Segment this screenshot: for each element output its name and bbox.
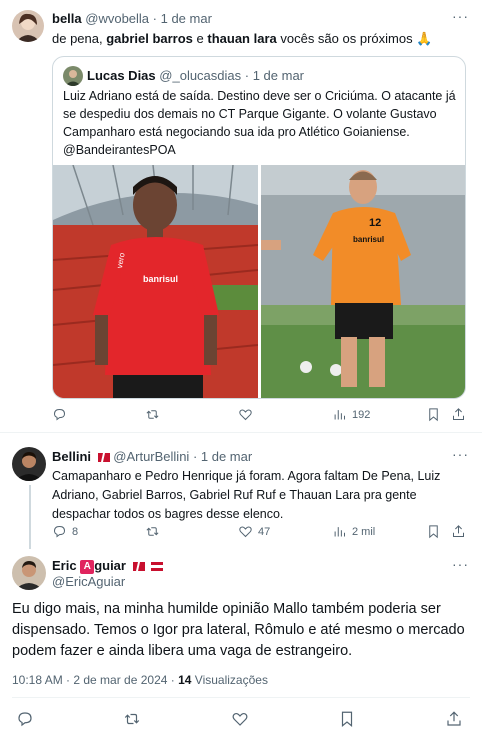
media-image-player-orange[interactable]: banrisul 12 (261, 165, 465, 398)
views-label: Visualizações (191, 673, 268, 687)
mention-gabriel-barros[interactable]: gabriel barros (106, 31, 193, 46)
like-button[interactable]: 47 (238, 524, 270, 539)
tweet-bellini[interactable]: Bellini @ArturBellini · 1 de mar ··· Cam… (0, 433, 482, 549)
views-button[interactable]: 2 mil (332, 524, 375, 539)
tweet-text: Camapanharo e Pedro Henrique já foram. A… (52, 469, 441, 521)
training-sponsor-text: banrisul (353, 235, 385, 244)
bookmark-icon (429, 525, 438, 539)
reply-button[interactable]: 8 (52, 524, 78, 539)
retweet-button[interactable] (145, 524, 165, 539)
jersey-number: 12 (369, 217, 382, 229)
tweet-time[interactable]: · 1 de mar (153, 11, 212, 26)
striped-flag-icon (148, 558, 164, 573)
analytics-icon (334, 527, 345, 537)
reply-icon (53, 408, 66, 421)
tweet-eric-aguiar[interactable]: Eric Aguiar @EricAguiar ··· Eu digo mais… (0, 549, 482, 743)
tweet-timestamp: 10:18 AM · 2 de mar de 2024 · 14 Visuali… (12, 673, 268, 687)
reply-button[interactable] (16, 710, 34, 728)
retweet-icon (146, 410, 159, 419)
author-name[interactable]: bella (52, 11, 82, 26)
author-name-line: Eric Aguiar (52, 558, 164, 574)
retweet-button[interactable] (123, 710, 141, 728)
a-letter-badge-icon: A (80, 559, 95, 574)
like-button[interactable] (231, 710, 249, 728)
quoted-tweet[interactable]: Lucas Dias @_olucasdias · 1 de mar Luiz … (52, 56, 466, 399)
flag-icon (95, 449, 110, 464)
quote-text: Luiz Adriano está de saída. Destino deve… (63, 89, 456, 157)
tweet-text: Eu digo mais, na minha humilde opinião M… (12, 601, 465, 659)
heart-icon (239, 409, 252, 421)
author-handle[interactable]: @wvobella (85, 11, 149, 26)
retweet-icon (124, 713, 140, 725)
views-count: 14 (178, 673, 192, 687)
mention-thauan-lara[interactable]: thauan lara (207, 31, 276, 46)
bookmark-button[interactable] (426, 407, 441, 422)
like-button[interactable] (238, 407, 258, 422)
bookmark-button[interactable] (426, 524, 441, 539)
tweet-header: Bellini @ArturBellini · 1 de mar (52, 449, 252, 464)
heart-icon (239, 526, 252, 538)
retweet-button[interactable] (145, 407, 165, 422)
more-options-icon[interactable]: ··· (452, 556, 469, 572)
tweet-text: de pena, gabriel barros e thauan lara vo… (52, 31, 433, 46)
flag-icon (130, 558, 145, 573)
more-options-icon[interactable]: ··· (452, 446, 469, 462)
share-button[interactable] (451, 407, 466, 422)
author-handle[interactable]: @ArturBellini (113, 449, 189, 464)
share-icon (453, 408, 464, 420)
quote-time[interactable]: · 1 de mar (245, 68, 304, 83)
views-button[interactable]: 192 (332, 407, 370, 422)
timestamp-link[interactable]: 10:18 AM · 2 de mar de 2024 · (12, 673, 178, 687)
quote-author-name[interactable]: Lucas Dias (87, 68, 156, 83)
tweet-header: bella @wvobella · 1 de mar (52, 11, 212, 26)
avatar[interactable] (12, 556, 46, 590)
media-image-player-red[interactable]: banrisul vero (53, 165, 258, 398)
more-options-icon[interactable]: ··· (452, 8, 469, 24)
author-name[interactable]: Eric Aguiar (52, 558, 126, 574)
share-button[interactable] (445, 710, 463, 728)
heart-icon (232, 712, 248, 726)
quote-header: Lucas Dias @_olucasdias · 1 de mar (87, 68, 304, 83)
author-handle[interactable]: @EricAguiar (52, 574, 125, 589)
quote-avatar[interactable] (63, 66, 83, 86)
share-button[interactable] (451, 524, 466, 539)
bookmark-icon (341, 711, 353, 728)
reply-icon (18, 712, 32, 727)
avatar[interactable] (12, 447, 46, 481)
thread-connector (29, 485, 31, 549)
retweet-icon (146, 527, 159, 536)
tweet-time[interactable]: · 1 de mar (193, 449, 252, 464)
share-icon (447, 711, 461, 726)
share-icon (453, 525, 464, 537)
divider (12, 697, 470, 698)
reply-button[interactable] (52, 407, 72, 422)
bookmark-icon (429, 408, 438, 422)
bookmark-button[interactable] (338, 710, 356, 728)
quote-author-handle[interactable]: @_olucasdias (159, 68, 241, 83)
jersey-sponsor-text: banrisul (143, 274, 179, 284)
reply-icon (53, 525, 66, 538)
avatar[interactable] (12, 10, 44, 42)
analytics-icon (334, 410, 345, 420)
author-name[interactable]: Bellini (52, 449, 91, 464)
tweet-bella[interactable]: bella @wvobella · 1 de mar ··· de pena, … (0, 0, 482, 432)
